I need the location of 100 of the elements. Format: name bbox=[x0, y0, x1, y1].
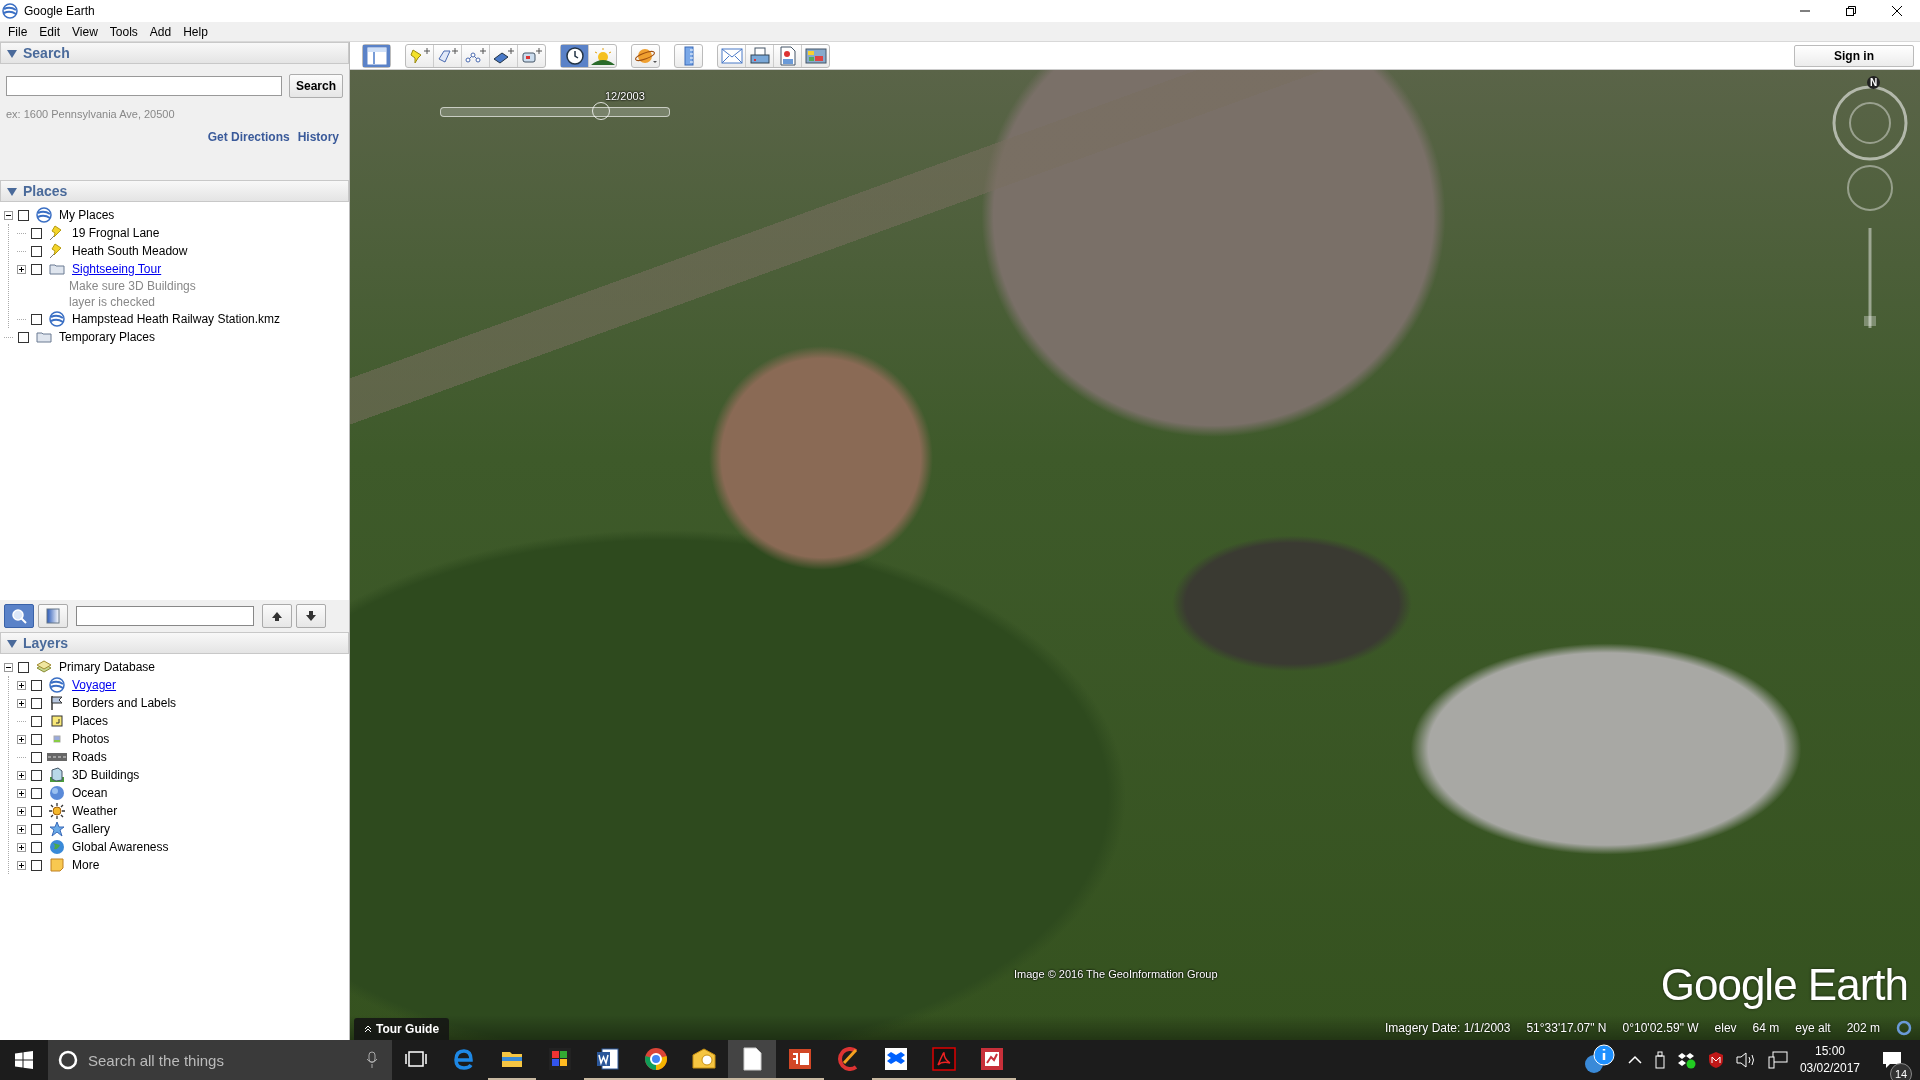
pushpin-plus-icon bbox=[408, 46, 431, 65]
tree-item-label[interactable]: Borders and Labels bbox=[72, 696, 177, 710]
shield-icon[interactable] bbox=[1707, 1051, 1724, 1069]
tree-link[interactable]: Voyager bbox=[72, 678, 117, 692]
up-arrow-icon bbox=[271, 610, 283, 622]
tree-item-label[interactable]: More bbox=[72, 858, 100, 872]
tree-item-label[interactable]: Global Awareness bbox=[72, 840, 169, 854]
checkbox[interactable] bbox=[18, 209, 29, 221]
expand-icon[interactable] bbox=[17, 770, 26, 780]
chevron-up-icon[interactable] bbox=[1627, 1055, 1642, 1065]
up-button[interactable] bbox=[262, 604, 292, 628]
taskbar-app-button[interactable] bbox=[728, 1040, 776, 1080]
checkbox[interactable] bbox=[31, 787, 42, 799]
tree-item-label[interactable]: 3D Buildings bbox=[72, 768, 140, 782]
checkbox[interactable] bbox=[31, 715, 42, 727]
link[interactable]: Get Directions bbox=[207, 130, 290, 144]
window-title: Google Earth bbox=[24, 4, 95, 18]
square-icon bbox=[49, 713, 65, 729]
link[interactable]: History bbox=[297, 130, 339, 144]
overlay-plus-icon bbox=[492, 46, 515, 65]
menu-item[interactable]: Tools bbox=[103, 22, 144, 41]
globe-icon bbox=[36, 207, 52, 223]
panel-header[interactable]: Layers bbox=[0, 632, 349, 654]
restore-icon[interactable] bbox=[1846, 6, 1856, 16]
network-icon[interactable] bbox=[1767, 1051, 1788, 1069]
tree-item-label[interactable]: Primary Database bbox=[59, 660, 156, 674]
notification-icon[interactable] bbox=[1882, 1051, 1902, 1069]
expand-icon[interactable] bbox=[17, 788, 26, 798]
checkbox[interactable] bbox=[31, 227, 42, 239]
checkbox[interactable] bbox=[31, 823, 42, 835]
clock-date[interactable]: 03/02/2017 bbox=[1799, 1060, 1860, 1077]
taskbar-search-field[interactable]: Search all the things bbox=[48, 1040, 392, 1080]
panel-header[interactable]: Search bbox=[0, 42, 349, 64]
expand-icon[interactable] bbox=[17, 860, 26, 870]
search-button[interactable]: Search bbox=[288, 74, 343, 98]
expand-icon[interactable] bbox=[17, 806, 26, 816]
expand-icon[interactable] bbox=[17, 680, 26, 690]
checkbox[interactable] bbox=[31, 245, 42, 257]
tree-item-label[interactable]: Roads bbox=[72, 750, 107, 764]
checkbox[interactable] bbox=[18, 661, 29, 673]
tree-item-label[interactable]: Temporary Places bbox=[59, 330, 156, 344]
tree-item-label[interactable]: Places bbox=[72, 714, 109, 728]
panel-header[interactable]: Places bbox=[0, 180, 349, 202]
checkbox[interactable] bbox=[31, 841, 42, 853]
mode-button[interactable] bbox=[38, 604, 68, 628]
tree-item-label[interactable]: Gallery bbox=[72, 822, 110, 836]
expand-icon[interactable] bbox=[17, 842, 26, 852]
search-field[interactable] bbox=[6, 76, 282, 96]
note-icon bbox=[49, 857, 65, 873]
expand-icon[interactable] bbox=[17, 264, 26, 274]
tree-item-label[interactable]: Ocean bbox=[72, 786, 108, 800]
collapse-icon[interactable] bbox=[4, 210, 13, 220]
expand-icon[interactable] bbox=[17, 734, 26, 744]
menu-item[interactable]: Add bbox=[143, 22, 178, 41]
mode-button[interactable] bbox=[4, 604, 34, 628]
expand-icon[interactable] bbox=[17, 698, 26, 708]
usb-drive-icon[interactable] bbox=[1653, 1051, 1666, 1069]
speaker-icon[interactable] bbox=[1735, 1051, 1756, 1069]
menu-item[interactable]: View bbox=[66, 22, 104, 41]
checkbox[interactable] bbox=[18, 331, 29, 343]
checkbox[interactable] bbox=[31, 733, 42, 745]
tour-guide-tab[interactable]: Tour Guide bbox=[354, 1018, 450, 1040]
tree-item-label[interactable]: 19 Frognal Lane bbox=[72, 226, 160, 240]
toolbar-button[interactable] bbox=[561, 44, 589, 67]
clock-time[interactable]: 15:00 bbox=[1799, 1043, 1860, 1060]
checkbox[interactable] bbox=[31, 769, 42, 781]
checkbox[interactable] bbox=[31, 697, 42, 709]
collapse-icon[interactable] bbox=[4, 662, 13, 672]
tree-link[interactable]: Sightseeing Tour bbox=[72, 262, 162, 276]
tree-item-label[interactable]: Weather bbox=[72, 804, 118, 818]
tree-item-label[interactable]: Heath South Meadow bbox=[72, 244, 188, 258]
triangle-down-icon[interactable] bbox=[7, 186, 17, 196]
info-badge-icon[interactable] bbox=[1583, 1044, 1616, 1076]
double-chevron-up-icon[interactable] bbox=[364, 1025, 372, 1033]
earth-icon bbox=[49, 839, 65, 855]
menu-item[interactable]: Edit bbox=[33, 22, 67, 41]
checkbox[interactable] bbox=[31, 263, 42, 275]
checkbox[interactable] bbox=[31, 859, 42, 871]
tree-item-label[interactable]: My Places bbox=[59, 208, 115, 222]
down-button[interactable] bbox=[296, 604, 326, 628]
open-box-check-icon[interactable] bbox=[1677, 1051, 1696, 1069]
start-icon[interactable] bbox=[15, 1051, 33, 1069]
close-icon[interactable] bbox=[1892, 6, 1902, 16]
triangle-down-icon[interactable] bbox=[7, 638, 17, 648]
menu-item[interactable]: File bbox=[2, 22, 34, 41]
checkbox[interactable] bbox=[31, 805, 42, 817]
menu-item[interactable]: Help bbox=[177, 22, 214, 41]
tree-item-label[interactable]: Hampstead Heath Railway Station.kmz bbox=[72, 312, 281, 326]
checkbox[interactable] bbox=[31, 313, 42, 325]
envelope-icon bbox=[720, 47, 743, 64]
globe-icon bbox=[49, 677, 65, 693]
triangle-down-icon[interactable] bbox=[7, 48, 17, 58]
expand-icon[interactable] bbox=[17, 824, 26, 834]
task-view-icon[interactable] bbox=[405, 1051, 427, 1067]
checkbox[interactable] bbox=[31, 679, 42, 691]
tree-item-label[interactable]: Photos bbox=[72, 732, 110, 746]
sign-in-button[interactable]: Sign in bbox=[1794, 44, 1914, 67]
checkbox[interactable] bbox=[31, 751, 42, 763]
microphone-icon[interactable] bbox=[366, 1051, 378, 1069]
filter-field[interactable] bbox=[76, 606, 254, 626]
